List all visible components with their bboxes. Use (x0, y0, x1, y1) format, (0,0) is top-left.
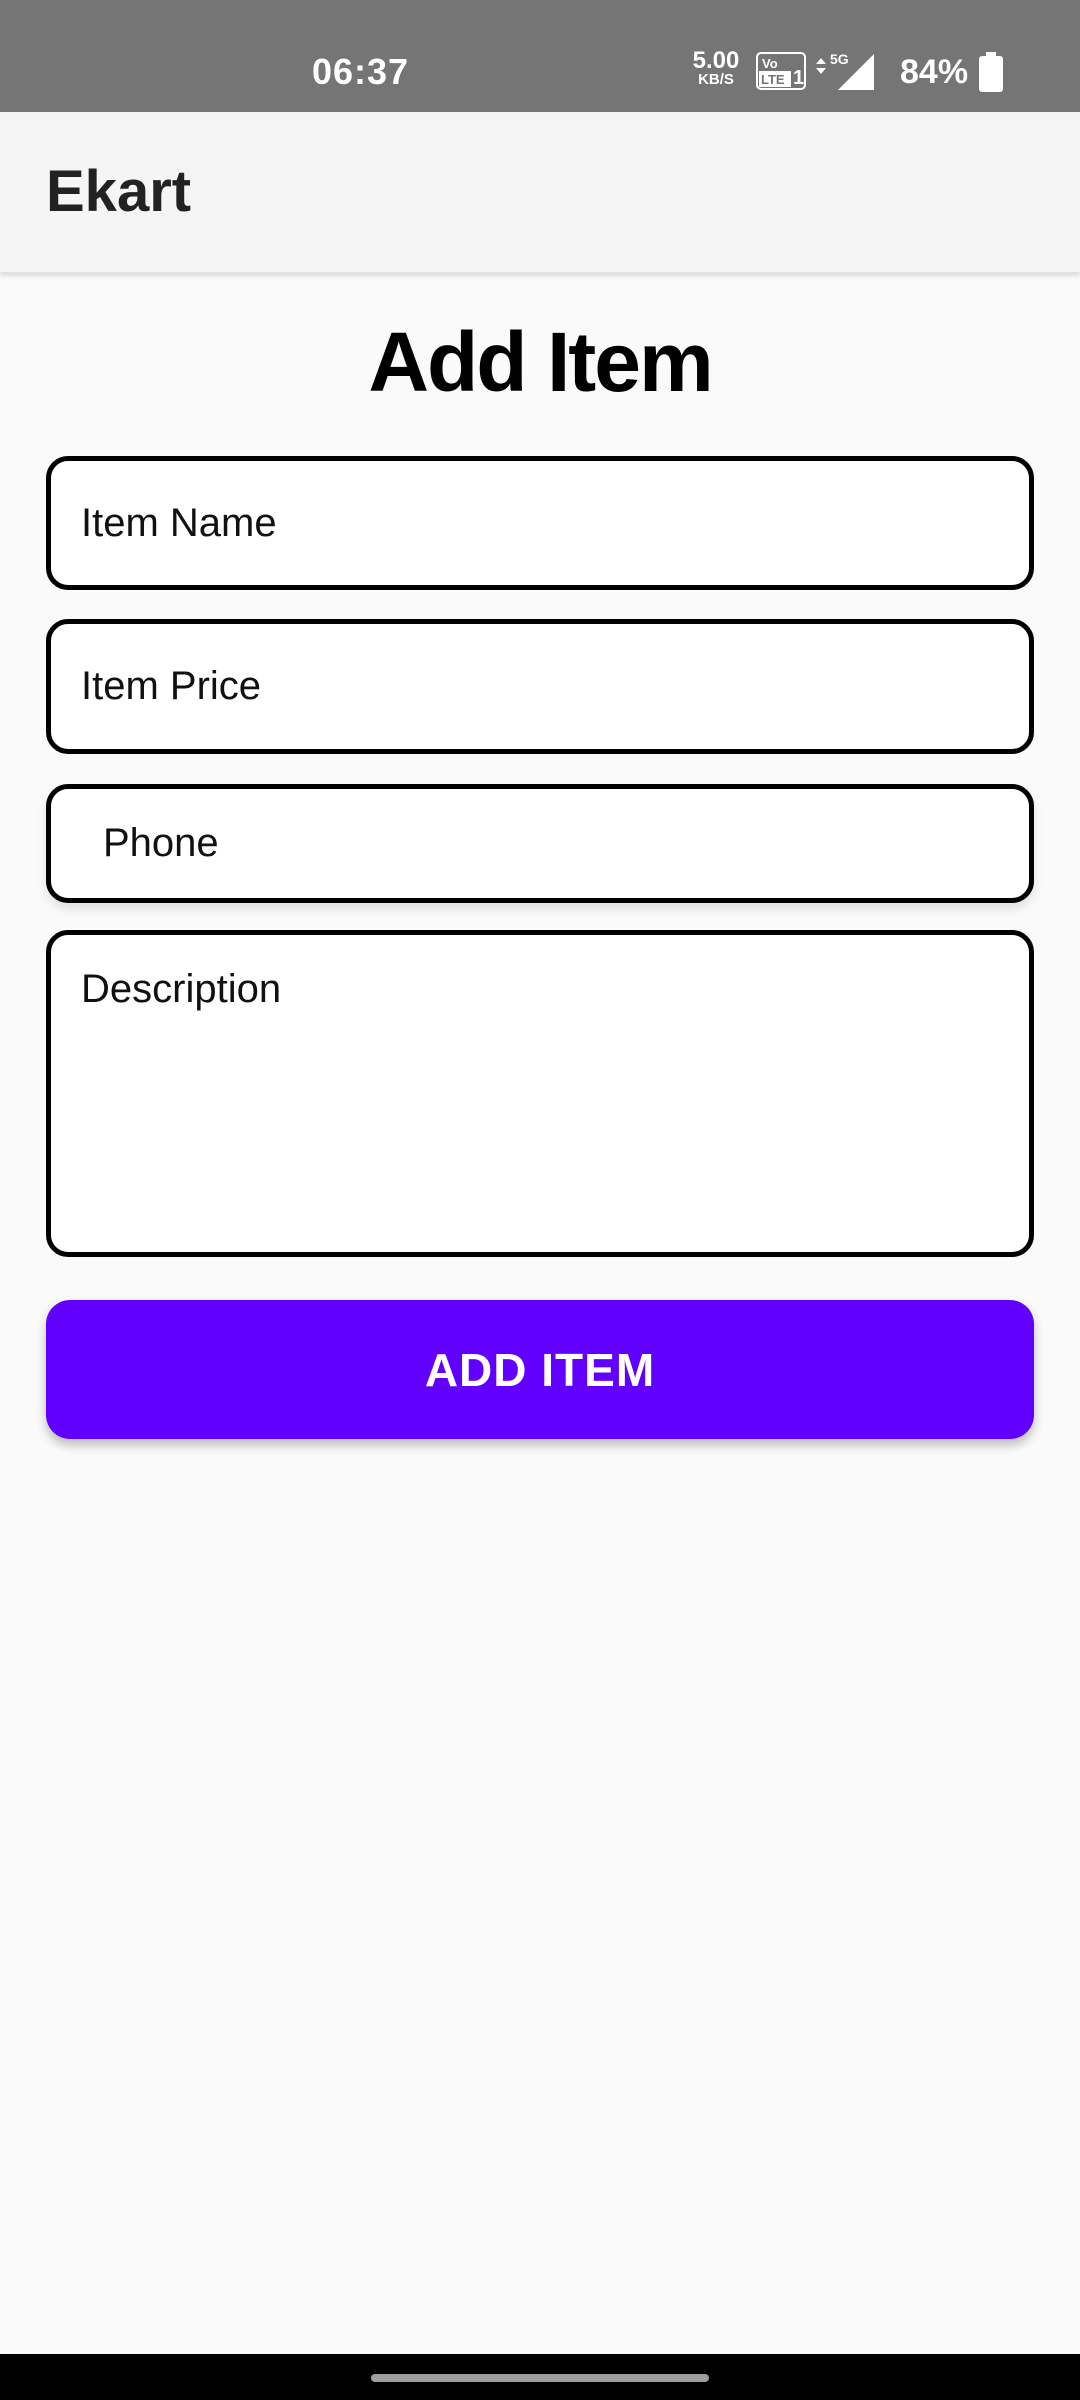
battery-percent: 84% (900, 53, 969, 91)
net-speed-unit: KB/S (698, 71, 734, 88)
volte-icon: Vo LTE 1 (756, 52, 806, 90)
svg-text:LTE: LTE (761, 72, 785, 87)
battery-icon (979, 52, 1003, 92)
page-title: Add Item (368, 315, 713, 409)
signal-icon: 5G (816, 51, 874, 90)
net-speed-value: 5.00 (692, 47, 740, 74)
add-item-button[interactable]: ADD ITEM (46, 1300, 1034, 1439)
phone-field-container (46, 784, 1034, 903)
network-type-label: 5G (830, 51, 849, 67)
navigation-bar (0, 2354, 1080, 2400)
status-bar: 06:37 5.00 KB/S Vo LTE 1 5G 84% (0, 0, 1080, 112)
item-price-input[interactable] (46, 619, 1034, 754)
item-name-input[interactable] (46, 456, 1034, 590)
net-speed-indicator: 5.00 KB/S (688, 47, 744, 88)
app-title: Ekart (46, 159, 192, 224)
phone-input[interactable] (46, 784, 1034, 903)
home-gesture-handle[interactable] (371, 2374, 709, 2382)
description-input[interactable] (46, 930, 1034, 1257)
status-time: 06:37 (312, 51, 410, 92)
app-bar: Ekart (0, 112, 1080, 273)
svg-text:1: 1 (793, 67, 804, 89)
svg-text:Vo: Vo (762, 56, 778, 71)
